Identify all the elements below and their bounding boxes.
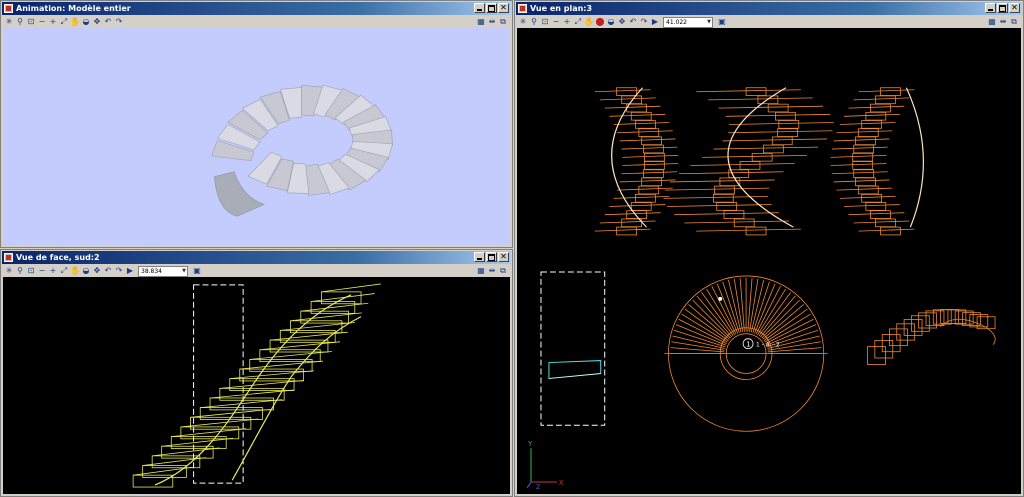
sync-icon[interactable]: ⇹ (487, 266, 497, 276)
plan-view-titlebar[interactable]: Vue en plan:3 (516, 2, 1022, 15)
elevation-middle-wireframe (663, 87, 834, 236)
tile-icon[interactable]: ▦ (476, 266, 486, 276)
asterisk-icon[interactable]: ✳ (518, 17, 528, 27)
animation-window: Animation: Modèle entier ✳ ⚲ ⊡ − + ⤢ ✋ ◒… (0, 0, 513, 248)
zoom-out-icon[interactable]: − (37, 17, 47, 27)
window-app-icon[interactable] (4, 4, 13, 13)
spiral-plan-view (664, 275, 828, 432)
zoom-in-icon[interactable]: + (48, 266, 58, 276)
elevation-left-wireframe (594, 87, 679, 236)
zoom-scale-field[interactable]: 41.022 ▼ (663, 16, 713, 28)
maximize-button[interactable] (486, 252, 497, 262)
pan-icon[interactable]: ✋ (584, 17, 594, 27)
navigate-icon[interactable]: ✥ (92, 266, 102, 276)
section-box (540, 271, 606, 426)
axis-x-label: X (559, 479, 564, 487)
zoom-icon[interactable]: ⚲ (15, 266, 25, 276)
animation-viewport[interactable] (3, 28, 510, 245)
zoom-in-icon[interactable]: + (562, 17, 572, 27)
minimize-button[interactable] (474, 3, 485, 13)
navigate-icon[interactable]: ✥ (92, 17, 102, 27)
axis-y-label: Y (527, 440, 533, 448)
window-app-icon[interactable] (4, 253, 13, 262)
maximize-button[interactable] (486, 3, 497, 13)
fit-icon[interactable]: ⤢ (573, 17, 583, 27)
copy-icon[interactable]: ⧉ (498, 266, 508, 276)
close-button[interactable] (498, 251, 509, 262)
zoom-icon[interactable]: ⚲ (15, 17, 25, 27)
tile-icon[interactable]: ▦ (476, 17, 486, 27)
zoom-scale-field[interactable]: 38.834 ▼ (138, 265, 188, 277)
shade-icon[interactable]: ◒ (81, 266, 91, 276)
zoom-window-icon[interactable]: ⊡ (26, 266, 36, 276)
zoom-scale-value: 38.834 (141, 267, 162, 275)
staircase-plan-drawings: 1 1 - A - 2 Y X Z (526, 87, 996, 491)
zoom-out-icon[interactable]: − (37, 266, 47, 276)
animation-window-title: Animation: Modèle entier (16, 4, 131, 13)
maximize-button[interactable] (997, 3, 1008, 13)
pan-icon[interactable]: ✋ (70, 266, 80, 276)
pan-icon[interactable]: ✋ (70, 17, 80, 27)
staircase-3d-model (211, 84, 393, 217)
close-button[interactable] (498, 2, 509, 13)
copy-icon[interactable]: ⧉ (1009, 17, 1019, 27)
zoom-out-icon[interactable]: − (551, 17, 561, 27)
front-view-window-title: Vue de face, sud:2 (16, 253, 100, 262)
view-options-icon[interactable]: ▣ (717, 17, 727, 27)
minimize-button[interactable] (474, 252, 485, 262)
chevron-down-icon[interactable]: ▼ (182, 267, 186, 276)
redo-view-icon[interactable]: ↷ (114, 17, 124, 27)
shade-icon[interactable]: ◒ (81, 17, 91, 27)
callout-label: 1 - A - 2 (756, 342, 780, 349)
zoom-window-icon[interactable]: ⊡ (540, 17, 550, 27)
sync-icon[interactable]: ⇹ (998, 17, 1008, 27)
asterisk-icon[interactable]: ✳ (4, 266, 14, 276)
animation-titlebar[interactable]: Animation: Modèle entier (2, 2, 511, 15)
svg-text:1: 1 (746, 341, 750, 349)
undo-view-icon[interactable]: ↶ (103, 17, 113, 27)
animation-toolbar: ✳ ⚲ ⊡ − + ⤢ ✋ ◒ ✥ ↶ ↷ ▦ ⇹ ⧉ (2, 16, 511, 28)
ucs-axis-icon: Y X Z (526, 440, 564, 491)
window-app-icon[interactable] (518, 4, 527, 13)
axis-z-label: Z (536, 484, 540, 491)
close-button[interactable] (1009, 2, 1020, 13)
front-viewport[interactable] (3, 277, 510, 494)
zoom-window-icon[interactable]: ⊡ (26, 17, 36, 27)
fit-icon[interactable]: ⤢ (59, 266, 69, 276)
plan-viewport[interactable]: 1 1 - A - 2 Y X Z (517, 28, 1021, 494)
minimize-button[interactable] (985, 3, 996, 13)
copy-icon[interactable]: ⧉ (498, 17, 508, 27)
undo-view-icon[interactable]: ↶ (628, 17, 638, 27)
zoom-in-icon[interactable]: + (48, 17, 58, 27)
front-view-toolbar: ✳ ⚲ ⊡ − + ⤢ ✋ ◒ ✥ ↶ ↷ ▶ 38.834 ▼ ▣ ▦ ⇹ ⧉ (2, 265, 511, 277)
tile-icon[interactable]: ▦ (987, 17, 997, 27)
asterisk-icon[interactable]: ✳ (4, 17, 14, 27)
zoom-icon[interactable]: ⚲ (529, 17, 539, 27)
front-view-window: Vue de face, sud:2 ✳ ⚲ ⊡ − + ⤢ ✋ ◒ ✥ ↶ ↷… (0, 249, 513, 497)
chevron-down-icon[interactable]: ▼ (707, 18, 711, 27)
zoom-scale-value: 41.022 (666, 18, 687, 26)
view-options-icon[interactable]: ▣ (192, 266, 202, 276)
redo-view-icon[interactable]: ↷ (114, 266, 124, 276)
front-view-titlebar[interactable]: Vue de face, sud:2 (2, 251, 511, 264)
undo-view-icon[interactable]: ↶ (103, 266, 113, 276)
view-props-icon[interactable]: ▶ (650, 17, 660, 27)
stop-icon[interactable]: ⬤ (595, 17, 605, 27)
plan-view-window: Vue en plan:3 ✳ ⚲ ⊡ − + ⤢ ✋ ⬤ ◒ ✥ ↶ ↷ ▶ … (514, 0, 1024, 497)
staircase-front-wireframe (132, 283, 381, 488)
sync-icon[interactable]: ⇹ (487, 17, 497, 27)
isometric-wireframe (867, 309, 996, 365)
view-props-icon[interactable]: ▶ (125, 266, 135, 276)
redo-view-icon[interactable]: ↷ (639, 17, 649, 27)
navigate-icon[interactable]: ✥ (617, 17, 627, 27)
fit-icon[interactable]: ⤢ (59, 17, 69, 27)
plan-view-window-title: Vue en plan:3 (530, 4, 593, 13)
plan-view-toolbar: ✳ ⚲ ⊡ − + ⤢ ✋ ⬤ ◒ ✥ ↶ ↷ ▶ 41.022 ▼ ▣ ▦ ⇹ … (516, 16, 1022, 28)
elevation-right-wireframe (830, 87, 924, 236)
shade-icon[interactable]: ◒ (606, 17, 616, 27)
